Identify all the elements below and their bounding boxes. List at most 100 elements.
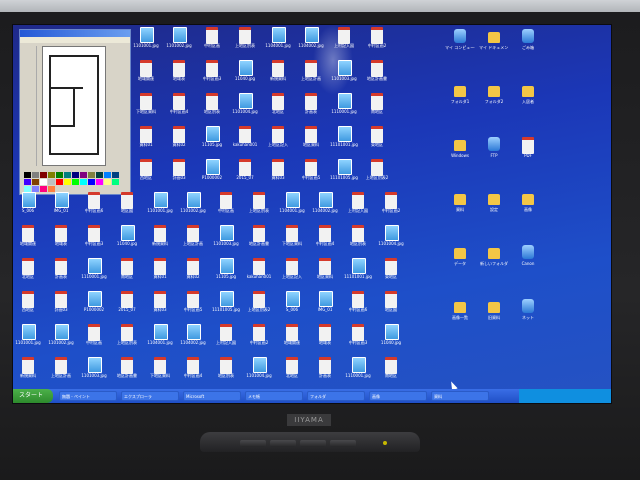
desktop-icon[interactable]: 1101001.jpg [13,324,43,356]
desktop-icon[interactable]: 地区別表 [211,357,241,389]
desktop-icon[interactable]: 計画表 [296,93,326,125]
palette-swatch[interactable] [56,172,63,178]
desktop-icon[interactable]: 地区計画書 [244,225,274,257]
paint-menubar[interactable] [20,37,130,43]
taskbar-button[interactable]: メモ帳 [245,391,303,401]
desktop-icon[interactable]: 資料 [445,191,475,223]
desktop-icon[interactable]: ネット [513,299,543,331]
desktop-icon[interactable]: 資料02 [164,126,194,158]
desktop-icon[interactable]: 地区計画書 [112,357,142,389]
desktop-icon[interactable]: 中村区画6 [343,291,373,323]
desktop-icon[interactable]: 1101002.jpg [164,27,194,59]
desktop-icon[interactable]: 画像 [513,191,543,223]
desktop-icon[interactable]: データ [445,245,475,277]
desktop-icon[interactable]: 資料03 [263,159,293,191]
desktop-icon[interactable]: 資料02 [178,258,208,290]
desktop-icon[interactable]: 1101002.jpg [46,324,76,356]
desktop-icon[interactable]: 地区計画書 [362,60,392,92]
start-button[interactable]: スタート [13,389,53,403]
desktop-icon[interactable]: マイ コンピュータ [445,29,475,61]
palette-swatch[interactable] [56,179,63,185]
desktop-icon[interactable]: 1110001.jpg [329,93,359,125]
palette-swatch[interactable] [104,172,111,178]
palette-swatch[interactable] [72,172,79,178]
desktop-icon[interactable]: S_006 [277,291,307,323]
monitor-button[interactable] [330,440,356,447]
desktop-icon[interactable]: 1110001.jpg [79,258,109,290]
palette-swatch[interactable] [80,172,87,178]
monitor-button[interactable] [270,440,296,447]
desktop-icon[interactable]: 中村区画3 [197,60,227,92]
desktop-icon[interactable]: 1101003.jpg [79,357,109,389]
desktop-icon[interactable]: 計画03 [164,159,194,191]
desktop-icon[interactable]: 11101001.jpg [343,258,373,290]
taskbar-button[interactable]: エクスプローラ [121,391,179,401]
desktop-icon[interactable]: FTP [479,137,509,169]
desktop-icon[interactable]: 上地区計画 [178,225,208,257]
palette-swatch[interactable] [96,172,103,178]
palette-swatch[interactable] [80,179,87,185]
desktop-icon[interactable]: 西地区 [131,159,161,191]
desktop-icon[interactable]: 中村区画2 [376,192,406,224]
desktop-icon[interactable]: 1104001.jpg [145,324,175,356]
desktop-icon[interactable]: 地域表 [310,324,340,356]
palette-swatch[interactable] [104,179,111,185]
desktop-icon[interactable]: 上地区記入 [277,258,307,290]
desktop-icon[interactable]: Canon [513,245,543,277]
desktop-icon[interactable]: 1104002.jpg [178,324,208,356]
desktop-icon[interactable]: 11040.jpg [230,60,260,92]
desktop-icon[interactable]: フォルダ2 [479,83,509,115]
desktop-icon[interactable]: 地域表 [164,60,194,92]
desktop-icon[interactable]: 北地区 [263,93,293,125]
desktop-icon[interactable]: 設定 [479,191,509,223]
desktop-icon[interactable]: Windows [445,137,475,169]
desktop-icon[interactable]: マイ ドキュメント [479,29,509,61]
desktop-icon[interactable]: IMG_01 [46,192,76,224]
desktop-icon[interactable]: 上地区別表2 [244,291,274,323]
desktop-icon[interactable]: kakuhan001 [244,258,274,290]
desktop-icon[interactable]: ごみ箱 [513,29,543,61]
taskbar-button[interactable]: Microsoft [183,391,241,401]
palette-swatch[interactable] [88,172,95,178]
desktop-icon[interactable]: 地域関連 [277,324,307,356]
palette-swatch[interactable] [112,179,119,185]
desktop-icon[interactable]: 11105.jpg [197,126,227,158]
paint-titlebar[interactable] [20,30,130,37]
desktop-icon[interactable]: IMG_01 [310,291,340,323]
desktop-icon[interactable]: 北地区 [277,357,307,389]
desktop-icon[interactable]: 中村区画4 [310,225,340,257]
system-tray[interactable] [519,389,611,403]
desktop-icon[interactable]: 新規資料 [263,60,293,92]
taskbar-button[interactable]: 無題 - ペイント [59,391,117,401]
desktop-icon[interactable]: 11040.jpg [112,225,142,257]
paint-toolbox[interactable] [22,46,37,166]
palette-swatch[interactable] [64,179,71,185]
desktop-icon[interactable]: 中村区画 [211,192,241,224]
palette-swatch[interactable] [40,172,47,178]
palette-swatch[interactable] [24,172,31,178]
desktop-icon[interactable]: S_006 [13,192,43,224]
desktop-icon[interactable]: 北地区 [13,258,43,290]
desktop-icon[interactable]: 11101005.jpg [211,291,241,323]
desktop-icon[interactable]: 11105.jpg [211,258,241,290]
paint-canvas[interactable] [42,46,106,166]
desktop-icon[interactable]: 下地区資料 [145,357,175,389]
desktop-icon[interactable]: 中村区画3 [79,225,109,257]
desktop-icon[interactable]: 上村記入図 [329,27,359,59]
desktop-icon[interactable]: 上地区別表 [230,27,260,59]
desktop-icon[interactable]: 資料01 [131,126,161,158]
desktop-icon[interactable]: 西地区 [13,291,43,323]
monitor-button[interactable] [240,440,266,447]
desktop-icon[interactable]: 上村記入図 [343,192,373,224]
desktop-icon[interactable]: 計画03 [46,291,76,323]
desktop-icon[interactable]: 東地区 [376,258,406,290]
desktop-icon[interactable]: 計画表 [310,357,340,389]
desktop-icon[interactable]: 計画表 [46,258,76,290]
desktop-icon[interactable]: 1101003.jpg [329,60,359,92]
desktop-icon[interactable]: 11101001.jpg [329,126,359,158]
palette-swatch[interactable] [88,179,95,185]
desktop-icon[interactable]: 地区図 [376,291,406,323]
desktop-icon[interactable]: 11040.jpg [376,324,406,356]
palette-swatch[interactable] [112,172,119,178]
desktop-icon[interactable]: 下地区資料 [131,93,161,125]
